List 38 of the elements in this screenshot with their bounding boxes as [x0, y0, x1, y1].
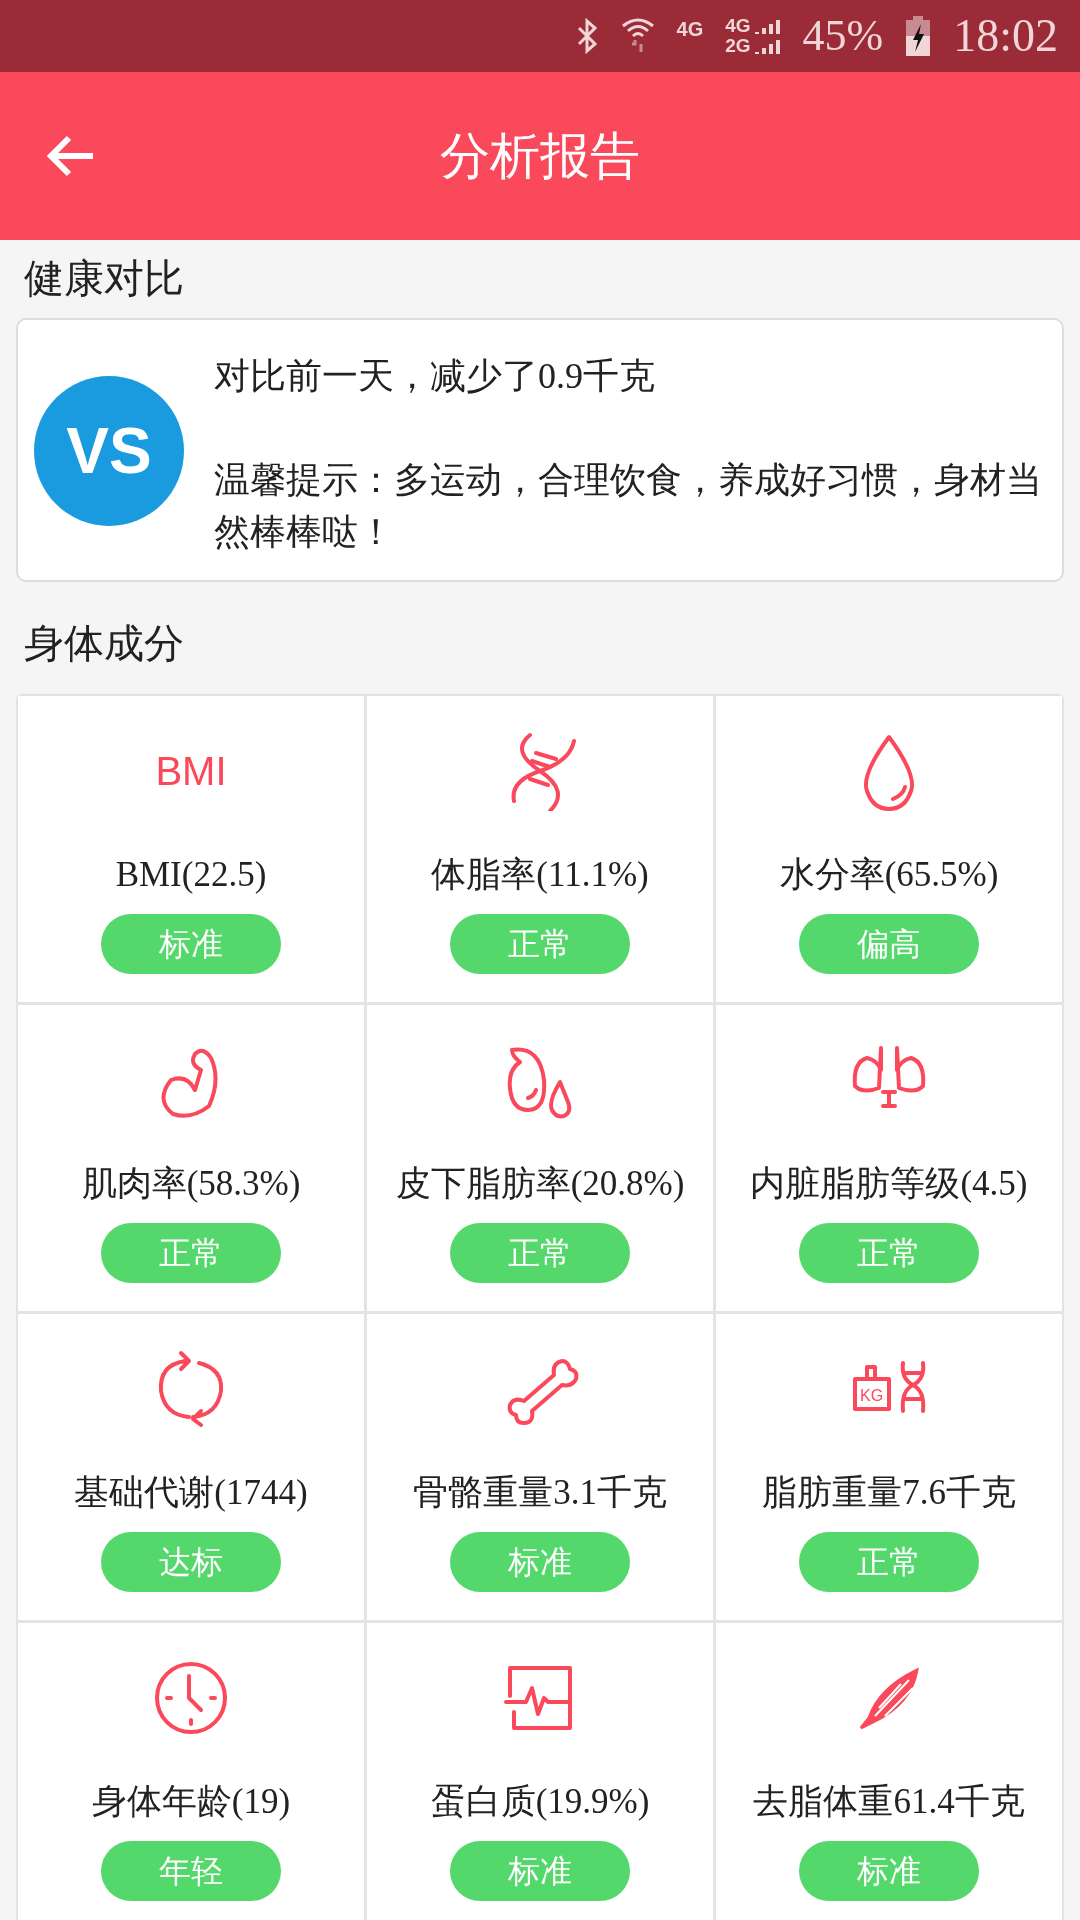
- status-tag: 偏高: [799, 914, 979, 974]
- network-label: 4G: [725, 16, 751, 36]
- metric-label: 体脂率(11.1%): [431, 854, 649, 896]
- status-tag: 正常: [450, 914, 630, 974]
- metric-label: 基础代谢(1744): [74, 1472, 308, 1514]
- status-tag: 标准: [799, 1841, 979, 1901]
- status-tag: 年轻: [101, 1841, 281, 1901]
- status-tag: 标准: [101, 914, 281, 974]
- back-arrow-icon: [45, 134, 95, 178]
- status-tag: 正常: [450, 1223, 630, 1283]
- metric-label: 内脏脂肪等级(4.5): [750, 1163, 1028, 1205]
- status-tag: 正常: [101, 1223, 281, 1283]
- clock-time: 18:02: [953, 13, 1058, 59]
- metric-label: 脂肪重量7.6千克: [762, 1472, 1016, 1514]
- status-tag: 标准: [450, 1841, 630, 1901]
- status-tag: 标准: [450, 1532, 630, 1592]
- metric-label: 肌肉率(58.3%): [81, 1163, 301, 1205]
- network-label: 2G: [725, 36, 751, 56]
- metric-label: BMI(22.5): [115, 854, 267, 896]
- network-label: 4G: [676, 17, 704, 42]
- battery-icon: [905, 16, 932, 56]
- tip-text: 温馨提示：多运动，合理饮食，养成好习惯，身材当然棒棒哒！: [214, 459, 1043, 554]
- bmi-icon: BMI: [155, 741, 227, 801]
- vs-badge: VS: [34, 376, 184, 526]
- status-tag: 达标: [101, 1532, 281, 1592]
- metric-label: 皮下脂肪率(20.8%): [395, 1163, 685, 1205]
- page-title: 分析报告: [440, 126, 640, 186]
- metric-label: 去脂体重61.4千克: [753, 1781, 1025, 1823]
- section-heading: 健康对比: [23, 255, 185, 303]
- metric-label: 蛋白质(19.9%): [430, 1781, 650, 1823]
- status-tag: 正常: [799, 1532, 979, 1592]
- metric-label: 水分率(65.5%): [779, 854, 999, 896]
- status-tag: 正常: [799, 1223, 979, 1283]
- battery-percent: 45%: [802, 14, 884, 58]
- section-heading: 身体成分: [23, 620, 185, 668]
- metric-label: 骨骼重量3.1千克: [413, 1472, 667, 1514]
- comparison-text: 对比前一天，减少了0.9千克: [214, 355, 656, 398]
- metric-label: 身体年龄(19): [91, 1781, 291, 1823]
